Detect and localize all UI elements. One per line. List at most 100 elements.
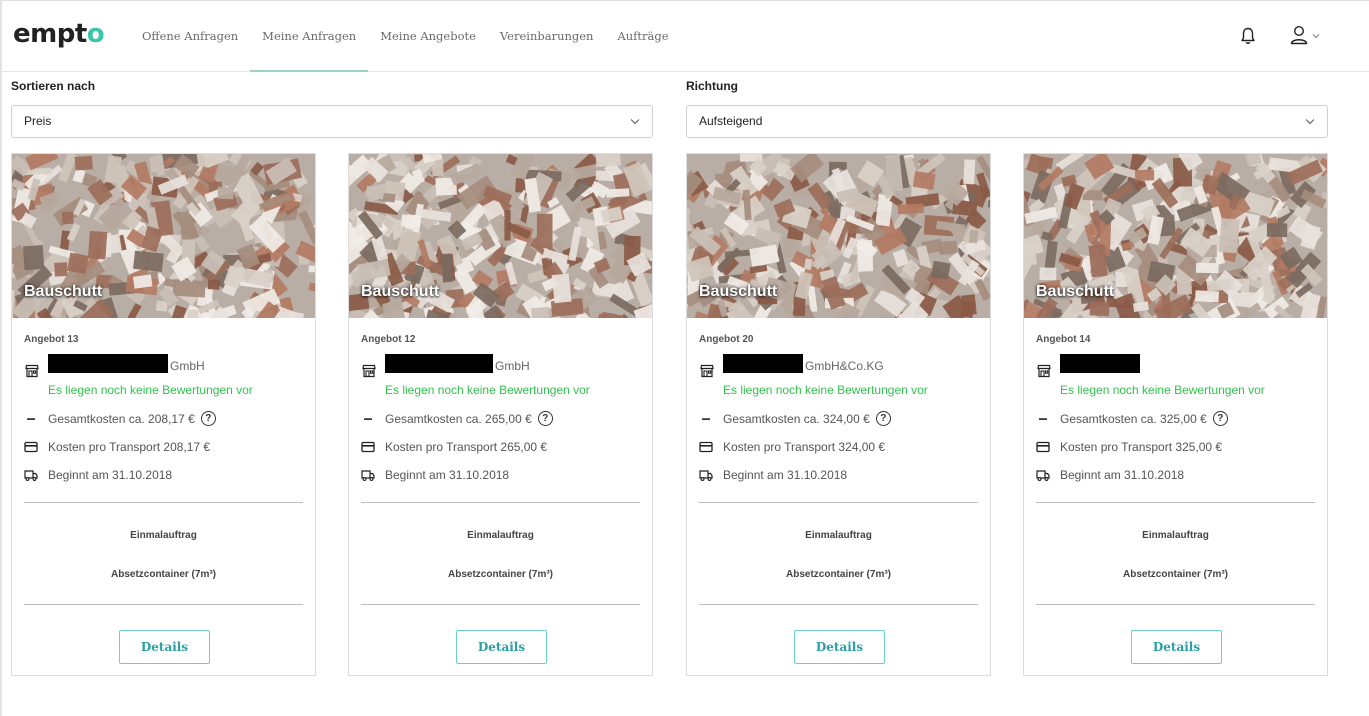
total-cost: Gesamtkosten ca. 324,00 € (723, 411, 870, 426)
rubble-image: Bauschutt (12, 154, 315, 318)
company-name (1060, 354, 1142, 373)
credit-card-icon (1036, 441, 1050, 453)
transport-cost: Kosten pro Transport 325,00 € (1060, 440, 1223, 454)
company-name: GmbH&Co.KG (723, 354, 884, 373)
help-icon[interactable]: ? (875, 411, 891, 426)
offer-card-4: Bauschutt Angebot 14 Es liegen noch kein… (1023, 153, 1328, 676)
company-suffix: GmbH (495, 359, 530, 373)
transport-cost: Kosten pro Transport 208,17 € (48, 440, 211, 454)
sort-label: Sortieren nach (11, 79, 96, 93)
company-suffix: GmbH (170, 359, 205, 373)
start-date-row: Beginnt am 31.10.2018 (699, 468, 847, 482)
rating-status: Es liegen noch keine Bewertungen vor (1060, 383, 1265, 397)
offer-number: Angebot 14 (1036, 334, 1091, 345)
total-cost: Gesamtkosten ca. 208,17 € (48, 411, 195, 426)
offer-number: Angebot 13 (24, 334, 79, 345)
credit-card-icon (361, 441, 375, 453)
divider (361, 502, 640, 503)
order-type: Einmalauftrag (467, 530, 534, 541)
chevron-down-icon[interactable] (1311, 32, 1321, 40)
nav-meine-anfragen[interactable]: Meine Anfragen (250, 0, 369, 72)
redacted-company-name (385, 354, 493, 373)
start-date: Beginnt am 31.10.2018 (1060, 468, 1185, 482)
total-cost-row: Gesamtkosten ca. 265,00 € ? (361, 411, 553, 426)
company-name: GmbH (385, 354, 530, 373)
divider (699, 502, 978, 503)
redacted-company-name (48, 354, 168, 373)
start-date-row: Beginnt am 31.10.2018 (361, 468, 509, 482)
card-category: Bauschutt (361, 283, 440, 300)
truck-icon (1036, 470, 1050, 481)
offer-card-2: Bauschutt Angebot 12 GmbH Es liegen noch… (348, 153, 653, 676)
card-category: Bauschutt (1036, 283, 1115, 300)
start-date: Beginnt am 31.10.2018 (48, 468, 173, 482)
nav-auftraege[interactable]: Aufträge (605, 0, 680, 72)
minus-icon (27, 417, 35, 420)
divider (699, 604, 978, 605)
truck-icon (361, 470, 375, 481)
chevron-down-icon (630, 119, 640, 125)
sort-select-value: Preis (24, 114, 52, 128)
offer-card-1: Bauschutt Angebot 13 GmbH Es liegen noch… (11, 153, 316, 676)
top-navbar: empto Offene Anfragen Meine Anfragen Mei… (0, 0, 1369, 72)
order-type: Einmalauftrag (1142, 530, 1209, 541)
redacted-company-name (723, 354, 803, 373)
store-icon (1037, 364, 1051, 378)
transport-cost-row: Kosten pro Transport 324,00 € (699, 440, 885, 454)
offer-card-3: Bauschutt Angebot 20 GmbH&Co.KG Es liege… (686, 153, 991, 676)
total-cost-row: Gesamtkosten ca. 325,00 € ? (1036, 411, 1228, 426)
transport-cost-row: Kosten pro Transport 325,00 € (1036, 440, 1222, 454)
container-type: Absetzcontainer (7m³) (785, 569, 891, 580)
transport-cost-row: Kosten pro Transport 208,17 € (24, 440, 210, 454)
nav-offene-anfragen[interactable]: Offene Anfragen (130, 0, 250, 72)
details-button[interactable]: Details (794, 630, 885, 664)
help-icon[interactable]: ? (1212, 411, 1228, 426)
chevron-down-icon (1305, 119, 1315, 125)
rating-status: Es liegen noch keine Bewertungen vor (48, 383, 253, 397)
store-icon (362, 364, 376, 378)
start-date: Beginnt am 31.10.2018 (723, 468, 848, 482)
total-cost: Gesamtkosten ca. 325,00 € (1060, 411, 1207, 426)
offer-number: Angebot 20 (699, 334, 754, 345)
start-date-row: Beginnt am 31.10.2018 (24, 468, 172, 482)
rubble-image: Bauschutt (687, 154, 990, 318)
container-type: Absetzcontainer (7m³) (447, 569, 553, 580)
details-button[interactable]: Details (119, 630, 210, 664)
minus-icon (1039, 417, 1047, 420)
truck-icon (24, 470, 38, 481)
nav-meine-angebote[interactable]: Meine Angebote (368, 0, 488, 72)
transport-cost: Kosten pro Transport 265,00 € (385, 440, 548, 454)
card-category: Bauschutt (699, 283, 778, 300)
store-icon (700, 364, 714, 378)
details-button[interactable]: Details (1131, 630, 1222, 664)
order-type: Einmalauftrag (130, 530, 197, 541)
divider (1036, 502, 1315, 503)
offer-number: Angebot 12 (361, 334, 416, 345)
company-name: GmbH (48, 354, 205, 373)
help-icon[interactable]: ? (200, 411, 216, 426)
container-type: Absetzcontainer (7m³) (1122, 569, 1228, 580)
nav-vereinbarungen[interactable]: Vereinbarungen (488, 0, 606, 72)
total-cost-row: Gesamtkosten ca. 324,00 € ? (699, 411, 891, 426)
rating-status: Es liegen noch keine Bewertungen vor (385, 383, 590, 397)
rubble-image: Bauschutt (1024, 154, 1327, 318)
details-button[interactable]: Details (456, 630, 547, 664)
redacted-company-name (1060, 354, 1140, 373)
help-icon[interactable]: ? (537, 411, 553, 426)
user-icon[interactable] (1290, 25, 1308, 45)
rating-status: Es liegen noch keine Bewertungen vor (723, 383, 928, 397)
credit-card-icon (24, 441, 38, 453)
empto-logo[interactable]: empto (13, 19, 105, 49)
main-nav: Offene Anfragen Meine Anfragen Meine Ang… (130, 0, 681, 72)
direction-select-value: Aufsteigend (699, 114, 763, 128)
direction-select[interactable]: Aufsteigend (686, 105, 1328, 138)
direction-label: Richtung (686, 79, 738, 93)
minus-icon (364, 417, 372, 420)
company-suffix: GmbH&Co.KG (805, 359, 884, 373)
window-left-edge (0, 0, 2, 716)
transport-cost: Kosten pro Transport 324,00 € (723, 440, 886, 454)
sort-select[interactable]: Preis (11, 105, 653, 138)
bell-icon[interactable] (1240, 27, 1256, 45)
start-date-row: Beginnt am 31.10.2018 (1036, 468, 1184, 482)
total-cost: Gesamtkosten ca. 265,00 € (385, 411, 532, 426)
